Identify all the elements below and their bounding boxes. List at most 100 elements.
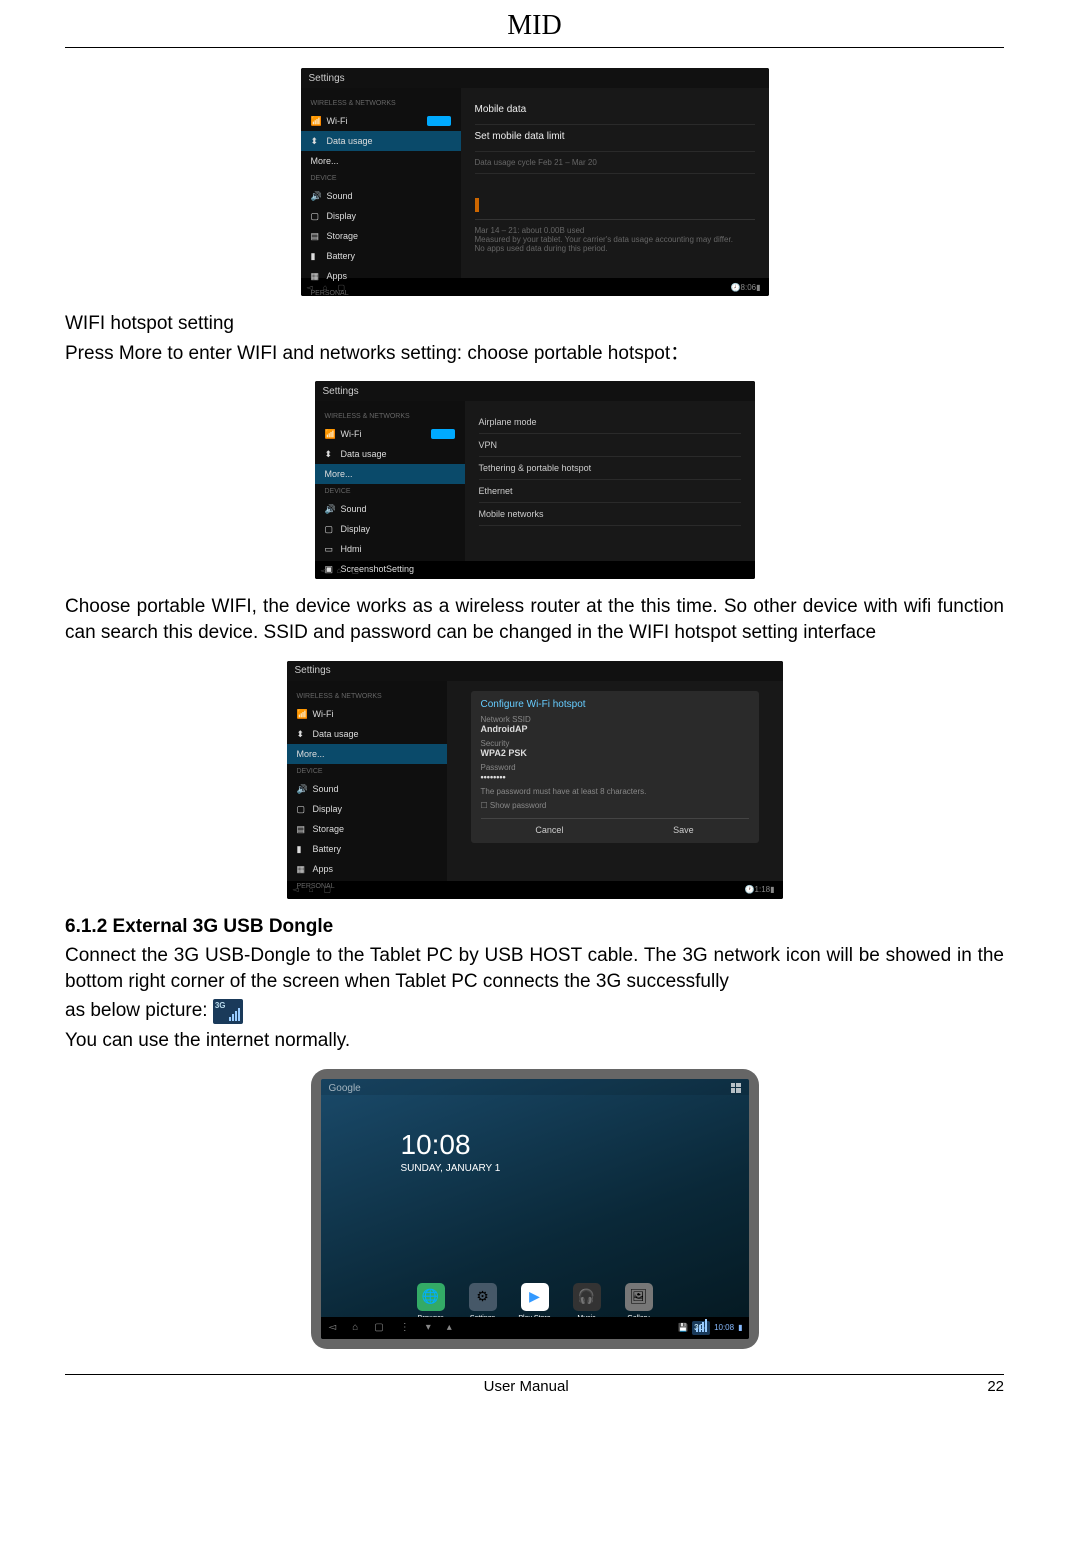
gear-icon: ⚙ bbox=[476, 1288, 489, 1305]
app-music[interactable]: 🎧Music bbox=[573, 1283, 601, 1311]
row-tethering[interactable]: Tethering & portable hotspot bbox=[479, 457, 741, 480]
cancel-button[interactable]: Cancel bbox=[535, 825, 563, 835]
menu-icon[interactable]: ⋮ bbox=[400, 1322, 410, 1333]
app-settings[interactable]: ⚙Settings bbox=[469, 1283, 497, 1311]
screenshot-2-wrapper: Settings WIRELESS & NETWORKS 📶Wi-Fi ⬍Dat… bbox=[65, 381, 1004, 579]
home-icon[interactable]: ⌂ bbox=[352, 1322, 358, 1333]
settings-title: Settings bbox=[309, 73, 345, 84]
recents-icon[interactable]: ▢ bbox=[374, 1322, 383, 1333]
paragraph-choose-portable-wifi: Choose portable WIFI, the device works a… bbox=[65, 594, 1004, 645]
sidebar-item-battery[interactable]: ▮Battery bbox=[301, 246, 461, 266]
sidebar-item-display[interactable]: ▢Display bbox=[315, 519, 465, 539]
headphones-icon: 🎧 bbox=[578, 1288, 595, 1305]
row-ethernet[interactable]: Ethernet bbox=[479, 480, 741, 503]
battery-status-icon: ▮ bbox=[770, 885, 774, 894]
display-icon: ▢ bbox=[325, 524, 335, 534]
sidebar-item-storage[interactable]: ▤Storage bbox=[301, 226, 461, 246]
back-icon[interactable]: ◅ bbox=[293, 885, 299, 894]
sidebar-item-sound[interactable]: 🔊Sound bbox=[315, 499, 465, 519]
clock-icon: 🕗 bbox=[731, 283, 741, 292]
settings-sidebar: WIRELESS & NETWORKS 📶Wi-Fi ⬍Data usage M… bbox=[301, 88, 461, 278]
apps-grid-icon[interactable] bbox=[731, 1083, 741, 1093]
password-input[interactable]: •••••••• bbox=[481, 772, 749, 782]
row-airplane-mode[interactable]: Airplane mode bbox=[479, 411, 741, 434]
configure-hotspot-dialog: Configure Wi-Fi hotspot Network SSID And… bbox=[471, 691, 759, 843]
footer-page-number: 22 bbox=[987, 1378, 1004, 1395]
heading-3g-dongle: 6.1.2 External 3G USB Dongle bbox=[65, 914, 1004, 940]
wifi-icon: 📶 bbox=[297, 709, 307, 719]
save-button[interactable]: Save bbox=[673, 825, 694, 835]
storage-icon: ▤ bbox=[297, 824, 307, 834]
sidebar-item-data-usage[interactable]: ⬍Data usage bbox=[301, 131, 461, 151]
back-icon[interactable]: ◅ bbox=[329, 1322, 337, 1333]
paragraph-3g-connect: Connect the 3G USB-Dongle to the Tablet … bbox=[65, 943, 1004, 994]
globe-icon: 🌐 bbox=[422, 1288, 439, 1305]
battery-status-icon: ▮ bbox=[738, 1323, 742, 1332]
data-usage-icon: ⬍ bbox=[311, 136, 321, 146]
security-select[interactable]: WPA2 PSK bbox=[481, 748, 749, 758]
wifi-icon: 📶 bbox=[325, 429, 335, 439]
play-icon: ▶ bbox=[529, 1288, 540, 1305]
sound-icon: 🔊 bbox=[311, 191, 321, 201]
data-usage-icon: ⬍ bbox=[325, 449, 335, 459]
screenshot-home-screen: Google 10:08 SUNDAY, JANUARY 1 🌐Browser … bbox=[321, 1079, 749, 1339]
back-icon[interactable]: ◅ bbox=[321, 566, 327, 575]
header-rule bbox=[65, 47, 1004, 48]
wifi-toggle[interactable] bbox=[427, 116, 451, 126]
sidebar-item-display[interactable]: ▢Display bbox=[301, 206, 461, 226]
show-password-checkbox[interactable]: ☐ bbox=[481, 801, 490, 810]
home-icon[interactable]: ⌂ bbox=[337, 566, 342, 575]
screenshot-more-settings: Settings WIRELESS & NETWORKS 📶Wi-Fi ⬍Dat… bbox=[315, 381, 755, 579]
page-footer: User Manual 22 bbox=[65, 1375, 1004, 1395]
chart-bar bbox=[475, 198, 479, 212]
sidebar-item-wifi[interactable]: 📶Wi-Fi bbox=[301, 111, 461, 131]
storage-icon: ▤ bbox=[311, 231, 321, 241]
data-usage-icon: ⬍ bbox=[297, 729, 307, 739]
volume-down-icon[interactable]: ▾ bbox=[426, 1322, 431, 1333]
system-navbar: ◅ ⌂ ▢ ⋮ ▾ ▴ 💾 10:08 ▮ bbox=[321, 1317, 749, 1339]
sidebar-item-more[interactable]: More... bbox=[315, 464, 465, 484]
apps-icon: ▦ bbox=[297, 864, 307, 874]
app-play-store[interactable]: ▶Play Store bbox=[521, 1283, 549, 1311]
wifi-icon: 📶 bbox=[311, 116, 321, 126]
clock-icon: 🕐 bbox=[745, 885, 755, 894]
back-icon[interactable]: ◅ bbox=[307, 283, 313, 292]
screenshot-data-usage: Settings WIRELESS & NETWORKS 📶Wi-Fi ⬍Dat… bbox=[301, 68, 769, 296]
wifi-toggle[interactable] bbox=[431, 429, 455, 439]
volume-up-icon[interactable]: ▴ bbox=[447, 1322, 452, 1333]
app-gallery[interactable]: 🖼Gallery bbox=[625, 1283, 653, 1311]
sidebar-item-sound[interactable]: 🔊Sound bbox=[301, 186, 461, 206]
row-vpn[interactable]: VPN bbox=[479, 434, 741, 457]
paragraph-wifi-hotspot-title: WIFI hotspot setting bbox=[65, 311, 1004, 337]
apps-icon: ▦ bbox=[311, 271, 321, 281]
page-header-title: MID bbox=[65, 10, 1004, 47]
3g-signal-icon bbox=[692, 1321, 710, 1335]
google-search[interactable]: Google bbox=[329, 1083, 361, 1094]
tablet-bezel: Google 10:08 SUNDAY, JANUARY 1 🌐Browser … bbox=[311, 1069, 759, 1349]
battery-icon: ▮ bbox=[311, 251, 321, 261]
ssid-input[interactable]: AndroidAP bbox=[481, 724, 749, 734]
sound-icon: 🔊 bbox=[325, 504, 335, 514]
sidebar-item-hdmi[interactable]: ▭Hdmi bbox=[315, 539, 465, 559]
screenshot-configure-hotspot: Settings WIRELESS & NETWORKS 📶Wi-Fi ⬍Dat… bbox=[287, 661, 783, 899]
3g-signal-icon bbox=[213, 999, 243, 1024]
battery-icon: ▮ bbox=[297, 844, 307, 854]
row-mobile-networks[interactable]: Mobile networks bbox=[479, 503, 741, 526]
sidebar-item-data-usage[interactable]: ⬍Data usage bbox=[315, 444, 465, 464]
screenshot-4-wrapper: Google 10:08 SUNDAY, JANUARY 1 🌐Browser … bbox=[65, 1069, 1004, 1349]
sidebar-item-wifi[interactable]: 📶Wi-Fi bbox=[315, 424, 465, 444]
paragraph-press-more: Press More to enter WIFI and networks se… bbox=[65, 341, 1004, 367]
sidebar-item-more[interactable]: More... bbox=[301, 151, 461, 171]
home-clock-widget[interactable]: 10:08 SUNDAY, JANUARY 1 bbox=[401, 1129, 501, 1174]
app-browser[interactable]: 🌐Browser bbox=[417, 1283, 445, 1311]
recents-icon[interactable]: ▢ bbox=[352, 566, 360, 575]
display-icon: ▢ bbox=[297, 804, 307, 814]
app-dock: 🌐Browser ⚙Settings ▶Play Store 🎧Music 🖼G… bbox=[321, 1283, 749, 1311]
sdcard-icon: 💾 bbox=[678, 1323, 688, 1332]
recents-icon[interactable]: ▢ bbox=[338, 283, 346, 292]
home-icon[interactable]: ⌂ bbox=[309, 885, 314, 894]
recents-icon[interactable]: ▢ bbox=[324, 885, 332, 894]
footer-user-manual: User Manual bbox=[65, 1378, 987, 1395]
home-icon[interactable]: ⌂ bbox=[323, 283, 328, 292]
battery-status-icon: ▮ bbox=[756, 283, 760, 292]
